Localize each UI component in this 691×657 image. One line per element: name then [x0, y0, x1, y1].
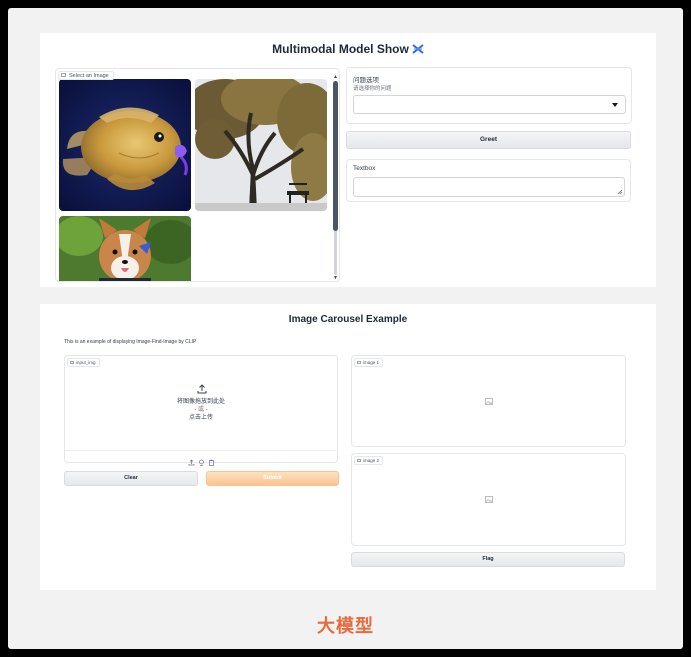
image-icon — [61, 73, 66, 77]
dropdown-label: 问题选项 — [353, 77, 379, 84]
image-icon — [70, 361, 74, 364]
image-1-label: image 1 — [354, 358, 384, 367]
carousel-title: Image Carousel Example — [288, 314, 408, 325]
gallery-scrollbar[interactable]: ▲ ▼ — [333, 75, 338, 281]
caret-down-icon — [612, 103, 618, 107]
resize-grip-icon[interactable] — [617, 189, 622, 194]
scroll-down-arrow-icon[interactable]: ▼ — [333, 276, 338, 281]
image-icon — [357, 459, 361, 462]
multimodal-app-panel: Multimodal Model Show Select an Image ▲ … — [40, 33, 656, 287]
sparkle-icon — [412, 44, 424, 54]
image-gallery[interactable]: Select an Image ▲ ▼ — [55, 68, 340, 282]
scroll-thumb[interactable] — [333, 81, 338, 231]
textbox-label: Textbox — [353, 165, 376, 172]
app-title: Multimodal Model Show — [40, 42, 656, 56]
clear-button[interactable]: Clear — [64, 471, 198, 486]
greet-button[interactable]: Greet — [346, 131, 631, 149]
gallery-label: Select an Image — [58, 71, 114, 80]
image-2-label: image 2 — [354, 456, 384, 465]
input-image-label: input_img — [67, 358, 100, 367]
webcam-source-icon[interactable] — [198, 453, 205, 466]
goldfish-image — [59, 79, 191, 211]
flag-button[interactable]: Flag — [351, 552, 625, 567]
input-image-upload[interactable]: input_img 将图像拖放到此处 - 或 - 点击上传 — [64, 355, 338, 466]
question-dropdown[interactable] — [353, 95, 626, 114]
submit-button[interactable]: Submit — [206, 471, 339, 486]
upload-divider — [65, 450, 337, 451]
scroll-up-arrow-icon[interactable]: ▲ — [333, 75, 338, 80]
window-frame: Multimodal Model Show Select an Image ▲ … — [8, 8, 683, 649]
gallery-item-goldfish[interactable] — [59, 79, 191, 211]
dropdown-info: 请选择你的问题 — [353, 86, 392, 92]
tree-image — [195, 79, 327, 211]
watermark-text: 大模型 — [317, 616, 374, 636]
click-upload-text: 点击上传 — [188, 415, 213, 421]
question-dropdown-block: 问题选项 请选择你的问题 — [346, 67, 632, 124]
gallery-item-tree[interactable] — [195, 79, 327, 211]
drop-text: 将图像拖放到此处 — [176, 399, 225, 405]
carousel-app-panel: Image Carousel Example This is an exampl… — [40, 304, 656, 590]
image-placeholder-icon — [485, 398, 493, 405]
corgi-image — [59, 216, 191, 281]
clipboard-source-icon[interactable] — [208, 453, 215, 466]
upload-icon — [197, 384, 207, 394]
output-image-1: image 1 — [351, 355, 626, 447]
image-placeholder-icon — [485, 496, 493, 503]
textbox-block: Textbox — [346, 159, 631, 202]
upload-source-icon[interactable] — [188, 453, 195, 466]
carousel-description: This is an example of displaying Image-F… — [64, 339, 197, 345]
gallery-item-corgi[interactable] — [59, 216, 191, 281]
or-text: - 或 - — [194, 407, 208, 413]
source-selector — [188, 453, 218, 466]
image-icon — [357, 361, 361, 364]
output-image-2: image 2 — [351, 453, 626, 546]
textbox-input[interactable] — [353, 177, 625, 197]
